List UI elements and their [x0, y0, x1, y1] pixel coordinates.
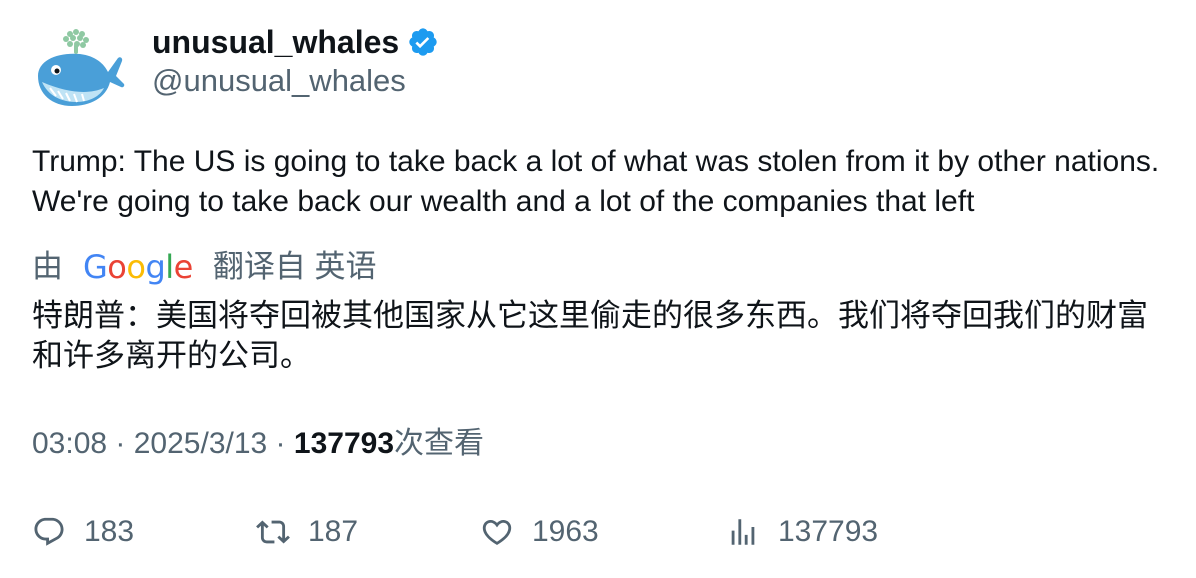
tweet-date[interactable]: 2025/3/13 [134, 427, 267, 460]
google-letter: G [83, 248, 108, 286]
reply-icon [34, 517, 64, 546]
google-letter: l [165, 248, 174, 286]
tweet-meta: 03:08 · 2025/3/13 · 137793次查看 [32, 424, 484, 464]
author-name-text[interactable]: unusual_whales [152, 22, 399, 62]
tweet-actions: 183 187 1963 137793 [32, 510, 932, 554]
views-label: 次查看 [394, 427, 484, 460]
translated-tweet-text: 特朗普：美国将夺回被其他国家从它这里偷走的很多东西。我们将夺回我们的财富和许多离… [32, 298, 1148, 374]
reply-count: 183 [84, 515, 135, 548]
retweet-button[interactable]: 187 [256, 510, 358, 554]
meta-separator: · [267, 427, 294, 460]
retweet-icon [256, 520, 290, 544]
meta-separator: · [107, 427, 134, 460]
tweet-text: Trump: The US is going to take back a lo… [32, 145, 1160, 218]
google-letter: o [126, 248, 146, 286]
translated-by-label: 由 [32, 249, 63, 284]
author-display-name[interactable]: unusual_whales [152, 22, 439, 62]
whale-logo-icon[interactable] [30, 24, 126, 114]
heart-icon [482, 519, 512, 545]
google-letter: e [173, 248, 194, 286]
google-letter: o [107, 248, 127, 286]
google-logo: Google [83, 246, 193, 288]
views-count: 137793 [293, 427, 394, 460]
verified-badge-icon[interactable] [407, 26, 439, 58]
reply-button[interactable]: 183 [32, 510, 134, 554]
retweet-count: 187 [308, 515, 359, 548]
author-handle[interactable]: @unusual_whales [152, 62, 406, 100]
translated-from-label: 翻译自 英语 [212, 249, 377, 284]
google-letter: g [145, 248, 166, 286]
like-count: 1963 [532, 515, 599, 548]
views-button[interactable]: 137793 [726, 510, 878, 554]
translation-attribution: 由 Google 翻译自 英语 [32, 246, 376, 288]
like-button[interactable]: 1963 [480, 510, 599, 554]
views-action-count: 137793 [778, 515, 879, 548]
tweet-time[interactable]: 03:08 [32, 427, 107, 460]
analytics-icon [731, 519, 755, 545]
